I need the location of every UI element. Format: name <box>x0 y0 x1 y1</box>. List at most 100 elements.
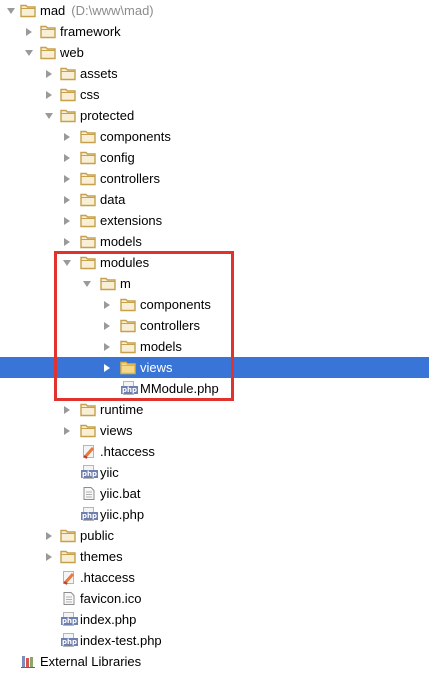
folder-icon <box>100 276 116 291</box>
tree-item-mmodule-php[interactable]: php MModule.php <box>0 378 429 399</box>
folder-icon <box>40 45 56 60</box>
folder-icon <box>80 402 96 417</box>
chevron-right-icon[interactable] <box>62 231 72 252</box>
tree-item-m[interactable]: m <box>0 273 429 294</box>
folder-icon <box>40 24 56 39</box>
chevron-right-icon[interactable] <box>44 84 54 105</box>
folder-icon <box>80 192 96 207</box>
chevron-right-icon[interactable] <box>62 126 72 147</box>
tree-item-favicon[interactable]: favicon.ico <box>0 588 429 609</box>
tree-item-data[interactable]: data <box>0 189 429 210</box>
tree-item-protected[interactable]: protected <box>0 105 429 126</box>
tree-item-label: assets <box>80 66 118 81</box>
chevron-right-icon[interactable] <box>62 420 72 441</box>
chevron-right-icon[interactable] <box>44 546 54 567</box>
tree-item-framework[interactable]: framework <box>0 21 429 42</box>
tree-item-web-htaccess[interactable]: .htaccess <box>0 567 429 588</box>
tree-item-label: config <box>100 150 135 165</box>
tree-item-label: runtime <box>100 402 144 417</box>
chevron-down-icon[interactable] <box>62 252 72 273</box>
chevron-right-icon[interactable] <box>102 336 112 357</box>
chevron-right-icon[interactable] <box>62 147 72 168</box>
libraries-icon <box>21 656 35 668</box>
tree-item-assets[interactable]: assets <box>0 63 429 84</box>
chevron-down-icon[interactable] <box>6 0 16 21</box>
folder-icon <box>80 171 96 186</box>
tree-item-themes[interactable]: themes <box>0 546 429 567</box>
htaccess-file-icon <box>63 571 75 585</box>
folder-icon <box>80 234 96 249</box>
tree-item-yiic-bat[interactable]: yiic.bat <box>0 483 429 504</box>
php-file-icon: php <box>81 465 99 479</box>
chevron-right-icon[interactable] <box>44 525 54 546</box>
tree-item-extensions[interactable]: extensions <box>0 210 429 231</box>
folder-icon <box>80 423 96 438</box>
tree-item-label: index-test.php <box>80 633 162 648</box>
tree-item-models[interactable]: models <box>0 231 429 252</box>
tree-item-label: protected <box>80 108 135 123</box>
root-path: (D:\www\mad) <box>71 3 154 18</box>
tree-item-label: public <box>80 528 114 543</box>
tree-item-m-models[interactable]: models <box>0 336 429 357</box>
tree-item-runtime[interactable]: runtime <box>0 399 429 420</box>
chevron-down-icon[interactable] <box>24 42 34 63</box>
tree-item-m-views-selected[interactable]: views <box>0 357 429 378</box>
tree-item-m-controllers[interactable]: controllers <box>0 315 429 336</box>
chevron-down-icon[interactable] <box>82 273 92 294</box>
folder-icon <box>120 297 136 312</box>
tree-item-m-components[interactable]: components <box>0 294 429 315</box>
chevron-right-icon[interactable] <box>102 294 112 315</box>
tree-item-controllers[interactable]: controllers <box>0 168 429 189</box>
tree-item-public[interactable]: public <box>0 525 429 546</box>
tree-item-label: controllers <box>100 171 160 186</box>
tree-item-yiic-php[interactable]: php yiic.php <box>0 504 429 525</box>
folder-icon <box>60 66 76 81</box>
chevron-right-icon[interactable] <box>62 189 72 210</box>
chevron-right-icon[interactable] <box>62 399 72 420</box>
folder-icon <box>80 129 96 144</box>
tree-item-label: extensions <box>100 213 163 228</box>
folder-icon <box>80 150 96 165</box>
tree-item-label: views <box>100 423 133 438</box>
tree-item-label: css <box>80 87 100 102</box>
php-file-icon: php <box>81 507 99 521</box>
project-tree: mad (D:\www\mad) framework web assets css… <box>0 0 429 672</box>
chevron-right-icon[interactable] <box>102 357 112 378</box>
tree-item-config[interactable]: config <box>0 147 429 168</box>
folder-icon <box>60 549 76 564</box>
folder-icon <box>80 255 96 270</box>
tree-item-label: MModule.php <box>140 381 219 396</box>
tree-item-label: data <box>100 192 126 207</box>
tree-item-label: yiic.bat <box>100 486 141 501</box>
tree-item-components[interactable]: components <box>0 126 429 147</box>
chevron-right-icon[interactable] <box>24 21 34 42</box>
tree-item-mad[interactable]: mad (D:\www\mad) <box>0 0 429 21</box>
tree-item-views[interactable]: views <box>0 420 429 441</box>
folder-icon <box>120 318 136 333</box>
tree-item-css[interactable]: css <box>0 84 429 105</box>
tree-item-protected-htaccess[interactable]: .htaccess <box>0 441 429 462</box>
folder-icon <box>120 360 136 375</box>
tree-item-yiic[interactable]: php yiic <box>0 462 429 483</box>
chevron-right-icon[interactable] <box>102 315 112 336</box>
tree-item-label: index.php <box>80 612 137 627</box>
folder-icon <box>60 87 76 102</box>
tree-item-web[interactable]: web <box>0 42 429 63</box>
chevron-right-icon[interactable] <box>62 168 72 189</box>
chevron-right-icon[interactable] <box>44 63 54 84</box>
php-file-icon: php <box>61 612 79 626</box>
tree-item-label: yiic <box>100 465 119 480</box>
folder-icon <box>60 528 76 543</box>
php-file-icon: php <box>121 381 139 395</box>
tree-item-index-php[interactable]: php index.php <box>0 609 429 630</box>
tree-item-label: themes <box>80 549 123 564</box>
tree-item-label: modules <box>100 255 150 270</box>
tree-item-modules[interactable]: modules <box>0 252 429 273</box>
tree-item-label: controllers <box>140 318 200 333</box>
chevron-right-icon[interactable] <box>62 210 72 231</box>
tree-item-index-test-php[interactable]: php index-test.php <box>0 630 429 651</box>
tree-item-label: models <box>140 339 182 354</box>
tree-item-external-libraries[interactable]: External Libraries <box>0 651 429 672</box>
folder-icon <box>120 339 136 354</box>
chevron-down-icon[interactable] <box>44 105 54 126</box>
